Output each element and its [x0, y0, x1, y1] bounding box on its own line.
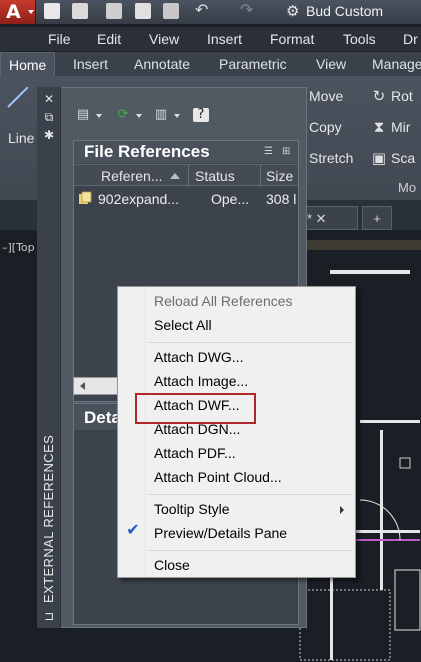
mirror-label[interactable]: Mir: [391, 119, 410, 135]
redo-icon[interactable]: ↷: [240, 3, 256, 19]
table-row[interactable]: 902expand... Ope... 308 l: [74, 188, 298, 208]
menu-item-attach-image[interactable]: Attach Image...: [154, 373, 248, 389]
new-file-icon[interactable]: [44, 3, 60, 19]
menu-insert[interactable]: Insert: [207, 31, 242, 47]
new-tab-button[interactable]: +: [362, 206, 392, 230]
checkmark-icon: ✔: [126, 520, 140, 539]
menu-tools[interactable]: Tools: [343, 31, 376, 47]
menu-separator: [148, 550, 351, 551]
menu-draw[interactable]: Dr: [403, 31, 418, 47]
tab-view[interactable]: View: [316, 56, 346, 72]
file-references-title: File References: [84, 142, 210, 161]
tab-annotate[interactable]: Annotate: [134, 56, 190, 72]
tab-home[interactable]: Home: [0, 52, 56, 76]
scale-label[interactable]: Sca: [391, 150, 415, 166]
menu-item-reload-all-references: Reload All References: [154, 293, 293, 309]
submenu-arrow-icon: [340, 506, 344, 514]
scale-icon[interactable]: ▣: [370, 149, 388, 167]
undo-icon[interactable]: ↶: [195, 3, 211, 19]
details-title: Deta: [84, 408, 121, 427]
chevron-down-icon: [28, 10, 34, 14]
tab-insert[interactable]: Insert: [73, 56, 108, 72]
sort-ascending-icon: [170, 173, 180, 179]
menu-view[interactable]: View: [149, 31, 179, 47]
chevron-down-icon[interactable]: [96, 114, 102, 118]
copy-label[interactable]: Copy: [309, 119, 342, 135]
menu-file[interactable]: File: [48, 31, 71, 47]
menu-edit[interactable]: Edit: [97, 31, 121, 47]
chevron-down-icon[interactable]: [174, 114, 180, 118]
gear-icon[interactable]: ⚙: [286, 3, 302, 19]
rotate-label[interactable]: Rot: [391, 88, 413, 104]
attach-dwg-icon[interactable]: ▤: [75, 108, 91, 122]
menu-format[interactable]: Format: [270, 31, 314, 47]
menu-item-close[interactable]: Close: [154, 557, 190, 573]
help-icon[interactable]: ?: [193, 108, 209, 122]
column-divider[interactable]: [188, 165, 189, 187]
menu-item-select-all[interactable]: Select All: [154, 317, 212, 333]
palette-toolbar: ▤ ⟳ ▥ ?: [63, 100, 303, 130]
size-cell: 308 l: [266, 191, 297, 207]
line-label[interactable]: Line: [8, 130, 34, 146]
plot-icon[interactable]: [163, 3, 179, 19]
document-tab[interactable]: * ✕: [300, 206, 358, 230]
dwg-file-icon: [79, 191, 92, 204]
menu-bar: File Edit View Insert Format Tools Dr: [0, 27, 421, 51]
menu-item-attach-pdf[interactable]: Attach PDF...: [154, 445, 236, 461]
context-menu: Reload All References Select All Attach …: [117, 286, 356, 578]
close-icon[interactable]: ✕: [43, 93, 55, 105]
column-status[interactable]: Status: [195, 168, 235, 184]
highlight-box: [135, 393, 256, 424]
application-menu-button[interactable]: A: [0, 0, 36, 24]
list-view-icon[interactable]: ☰: [264, 146, 276, 158]
menu-separator: [148, 342, 351, 343]
column-size[interactable]: Size: [266, 168, 293, 184]
open-folder-icon[interactable]: [72, 3, 88, 19]
workspace-name[interactable]: Bud Custom: [306, 3, 383, 19]
auto-hide-icon[interactable]: ⧉: [43, 111, 55, 123]
palette-menu-icon[interactable]: ⊐: [43, 610, 55, 622]
properties-icon[interactable]: ✱: [43, 129, 55, 141]
menu-item-attach-dwg[interactable]: Attach DWG...: [154, 349, 243, 365]
save-icon[interactable]: [106, 3, 122, 19]
title-bar: A ↶ ↷ ⚙ Bud Custom: [0, 0, 421, 24]
mirror-icon[interactable]: ⧗: [370, 118, 388, 136]
tab-parametric[interactable]: Parametric: [219, 56, 287, 72]
column-headers: Referen... Status Size: [74, 164, 298, 187]
status-cell: Ope...: [211, 191, 250, 207]
save-as-icon[interactable]: [135, 3, 151, 19]
palette-title: EXTERNAL REFERENCES: [41, 434, 56, 603]
viewport-label[interactable]: –][Top: [2, 241, 35, 254]
rotate-icon[interactable]: ↻: [370, 87, 388, 105]
reference-name-cell: 902expand...: [98, 191, 179, 207]
column-divider[interactable]: [260, 165, 261, 187]
column-reference-name[interactable]: Referen...: [101, 168, 162, 184]
menu-separator: [148, 494, 351, 495]
menu-item-preview-details-pane[interactable]: Preview/Details Pane: [154, 525, 287, 541]
change-path-icon[interactable]: ▥: [153, 108, 169, 122]
file-references-header: File References ☰ ⊞: [74, 141, 298, 163]
ribbon-tabs: Home Insert Annotate Parametric View Man…: [0, 52, 421, 76]
tree-view-icon[interactable]: ⊞: [282, 146, 294, 158]
chevron-down-icon[interactable]: [136, 114, 142, 118]
refresh-icon[interactable]: ⟳: [115, 108, 131, 122]
move-label[interactable]: Move: [309, 88, 343, 104]
modify-panel-title[interactable]: Mo: [398, 180, 416, 195]
stretch-label[interactable]: Stretch: [309, 150, 353, 166]
scroll-left-icon[interactable]: [80, 382, 85, 390]
tab-manage[interactable]: Manage: [372, 56, 421, 72]
app-logo-icon: A: [6, 1, 21, 23]
menu-item-attach-point-cloud[interactable]: Attach Point Cloud...: [154, 469, 282, 485]
line-icon[interactable]: [4, 86, 30, 126]
menu-item-tooltip-style[interactable]: Tooltip Style: [154, 501, 229, 517]
